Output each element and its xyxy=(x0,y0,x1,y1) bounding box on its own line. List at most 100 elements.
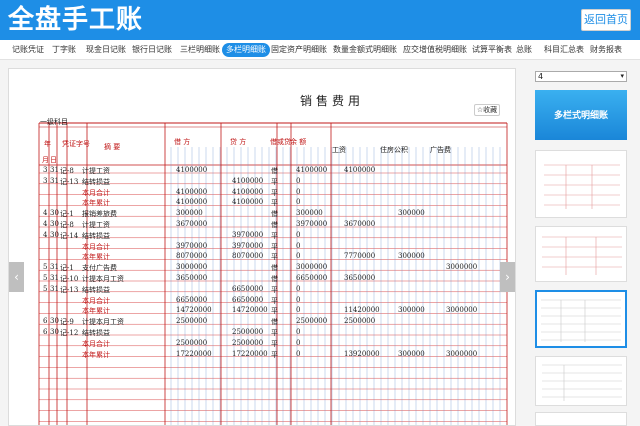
row-summary: 结转损益 xyxy=(82,285,110,294)
ledger-title: 销售费用 xyxy=(300,94,365,108)
row-debit: 4100000 xyxy=(176,166,208,174)
home-button[interactable]: 返回首页 xyxy=(581,9,631,31)
row-balance: 0 xyxy=(296,306,301,315)
row-voucher: 记-1 xyxy=(60,264,74,273)
row-summary: 报销差旅费 xyxy=(82,210,117,219)
row-credit: 6650000 xyxy=(232,284,264,293)
thumbnail-4[interactable] xyxy=(535,356,627,406)
tab-6[interactable]: 固定资产明细账 xyxy=(271,43,327,57)
header-summary: 摘 要 xyxy=(104,143,121,151)
tab-7[interactable]: 数量金额式明细账 xyxy=(333,43,397,57)
row-ad: 3000000 xyxy=(446,349,478,358)
row-balance: 0 xyxy=(296,328,301,336)
prev-page-button[interactable]: ‹ xyxy=(9,262,24,292)
tab-10[interactable]: 总账 xyxy=(516,43,532,57)
app-header: 全盘手工账 返回首页 xyxy=(0,0,640,40)
tab-4[interactable]: 三栏明细账 xyxy=(180,43,220,57)
row-direction: 借 xyxy=(271,210,278,219)
row-wage: 2500000 xyxy=(344,317,376,326)
row-month: 4 xyxy=(43,220,48,228)
sidebar-banner[interactable]: 多栏式明细账 xyxy=(535,90,627,140)
row-wage: 11420000 xyxy=(344,306,380,315)
row-wage: 7770000 xyxy=(344,252,376,261)
subject-label: 一级科目 xyxy=(40,118,68,126)
row-balance: 0 xyxy=(296,176,301,185)
thumbnail-1[interactable] xyxy=(535,150,627,218)
tab-11[interactable]: 科目汇总表 xyxy=(544,43,584,57)
header-fund: 住房公积 xyxy=(380,146,408,154)
row-direction: 平 xyxy=(271,339,278,348)
tab-0[interactable]: 记账凭证 xyxy=(12,43,44,57)
row-debit: 17220000 xyxy=(176,349,212,358)
tab-8[interactable]: 应交增值税明细账 xyxy=(403,43,467,57)
tab-9[interactable]: 试算平衡表 xyxy=(472,43,512,57)
page-select[interactable]: 4 ▾ xyxy=(535,71,627,82)
row-voucher: 记-12 xyxy=(60,329,79,337)
row-day: 31 xyxy=(50,176,59,185)
row-balance: 0 xyxy=(296,230,301,239)
row-day: 31 xyxy=(50,166,59,174)
row-fund: 300000 xyxy=(398,209,425,218)
row-credit: 8070000 xyxy=(232,252,264,261)
row-day: 30 xyxy=(50,209,59,218)
row-credit: 4100000 xyxy=(232,187,264,196)
row-summary: 计提工资 xyxy=(82,167,110,175)
row-wage: 3670000 xyxy=(344,220,376,228)
row-direction: 借 xyxy=(271,221,278,229)
row-month: 5 xyxy=(43,274,48,282)
row-direction: 平 xyxy=(271,242,278,251)
row-direction: 平 xyxy=(271,177,278,186)
favorite-button[interactable]: ☆收藏 xyxy=(474,104,500,116)
row-balance: 300000 xyxy=(296,209,323,218)
row-summary: 结转损益 xyxy=(82,231,110,240)
row-day: 31 xyxy=(50,284,59,293)
row-debit: 6650000 xyxy=(176,295,208,304)
row-voucher: 记-14 xyxy=(60,231,79,240)
row-summary: 本月合计 xyxy=(82,242,110,251)
next-page-button[interactable]: › xyxy=(500,262,515,292)
banner-text: 多栏式明细账 xyxy=(553,111,608,121)
header-ad: 广告费 xyxy=(430,146,451,154)
row-wage: 13920000 xyxy=(344,349,380,358)
row-summary: 本月合计 xyxy=(82,188,110,197)
row-debit: 4100000 xyxy=(176,187,208,196)
row-debit: 2500000 xyxy=(176,317,208,326)
tab-2[interactable]: 现金日记账 xyxy=(86,43,126,57)
page-select-value: 4 xyxy=(538,72,544,81)
row-balance: 0 xyxy=(296,338,301,347)
row-balance: 3000000 xyxy=(296,263,328,272)
header-day: 日 xyxy=(50,156,57,164)
row-voucher: 记-13 xyxy=(60,285,79,294)
row-balance: 0 xyxy=(296,349,301,358)
row-balance: 3970000 xyxy=(296,220,328,228)
row-debit: 3000000 xyxy=(176,263,208,272)
row-direction: 平 xyxy=(271,253,278,262)
row-debit: 8070000 xyxy=(176,252,208,261)
row-summary: 本月合计 xyxy=(82,296,110,305)
row-month: 3 xyxy=(43,176,48,185)
row-balance: 0 xyxy=(296,198,301,207)
header-year: 年 xyxy=(44,140,51,148)
tab-1[interactable]: 丁字账 xyxy=(52,43,76,57)
row-direction: 平 xyxy=(271,307,278,316)
row-summary: 支付广告费 xyxy=(82,264,117,273)
thumbnail-preview xyxy=(544,164,620,209)
row-debit: 3970000 xyxy=(176,241,208,250)
row-balance: 6650000 xyxy=(296,274,328,282)
row-day: 30 xyxy=(50,230,59,239)
row-summary: 本年累计 xyxy=(82,199,110,208)
row-voucher: 记-10 xyxy=(60,275,79,283)
row-wage: 4100000 xyxy=(344,166,376,174)
tab-12[interactable]: 财务报表 xyxy=(590,43,622,57)
tab-3[interactable]: 银行日记账 xyxy=(132,43,172,57)
row-balance: 0 xyxy=(296,284,301,293)
row-direction: 平 xyxy=(271,231,278,240)
row-month: 3 xyxy=(43,166,48,174)
row-summary: 结转损益 xyxy=(82,329,110,337)
tab-5[interactable]: 多栏明细账 xyxy=(222,43,270,57)
row-month: 5 xyxy=(43,263,48,272)
thumbnail-3-selected[interactable] xyxy=(535,290,627,348)
thumbnail-5[interactable] xyxy=(535,412,627,426)
header-direction: 借或贷 xyxy=(270,138,291,146)
thumbnail-2[interactable] xyxy=(535,226,627,282)
